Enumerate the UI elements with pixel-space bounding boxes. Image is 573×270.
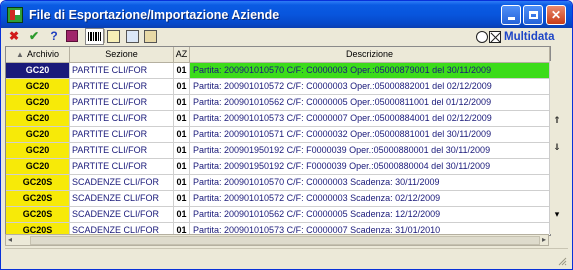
cell-az[interactable]: 01	[174, 207, 190, 222]
cell-archivio[interactable]: GC20	[6, 63, 70, 78]
cell-descrizione[interactable]: Partita: 200901010572 C/F: C0000003 Scad…	[190, 191, 550, 206]
cell-sezione[interactable]: PARTITE CLI/FOR	[70, 127, 174, 142]
sort-ascending-icon: ▲	[16, 50, 24, 59]
cell-descrizione[interactable]: Partita: 200901010562 C/F: C0000005 Scad…	[190, 207, 550, 222]
main-window: File di Esportazione/Importazione Aziend…	[0, 0, 573, 270]
minimize-button[interactable]	[501, 5, 521, 25]
horizontal-scrollbar[interactable]: ◂ ▸	[5, 234, 549, 246]
column-header-sezione[interactable]: Sezione	[70, 47, 174, 62]
cell-az[interactable]: 01	[174, 143, 190, 158]
cell-sezione[interactable]: PARTITE CLI/FOR	[70, 63, 174, 78]
cell-descrizione[interactable]: Partita: 200901950192 C/F: F0000039 Oper…	[190, 159, 550, 174]
maximize-icon	[528, 11, 538, 19]
data-grid: ▲ Archivio Sezione AZ Descrizione GC20 PAR…	[5, 46, 551, 236]
cell-archivio[interactable]: GC20S	[6, 207, 70, 222]
cell-descrizione[interactable]: Partita: 200901010570 C/F: C0000003 Scad…	[190, 175, 550, 190]
cell-sezione[interactable]: SCADENZE CLI/FOR	[70, 207, 174, 222]
cell-az[interactable]: 01	[174, 191, 190, 206]
table-row[interactable]: GC20 PARTITE CLI/FOR 01 Partita: 2009010105…	[6, 127, 550, 143]
column-header-archivio[interactable]: ▲ Archivio	[6, 47, 70, 62]
cell-archivio[interactable]: GC20S	[6, 175, 70, 190]
cell-sezione[interactable]: PARTITE CLI/FOR	[70, 143, 174, 158]
table-row[interactable]: GC20 PARTITE CLI/FOR 01 Partita: 2009010105…	[6, 95, 550, 111]
cell-sezione[interactable]: PARTITE CLI/FOR	[70, 79, 174, 94]
paste-icon[interactable]	[143, 29, 157, 43]
table-row[interactable]: GC20 PARTITE CLI/FOR 01 Partita: 2009010105…	[6, 79, 550, 95]
toolbar: ✖ ✔ ? Multidata	[1, 28, 572, 45]
column-header-label: Archivio	[26, 49, 59, 59]
grid-header: ▲ Archivio Sezione AZ Descrizione	[6, 47, 550, 63]
scroll-down-icon[interactable]: ⇓	[551, 141, 563, 153]
maximize-button[interactable]	[523, 5, 543, 25]
check-icon[interactable]: ✔	[27, 29, 41, 43]
cell-sezione[interactable]: SCADENZE CLI/FOR	[70, 175, 174, 190]
cell-descrizione[interactable]: Partita: 200901010562 C/F: C0000005 Oper…	[190, 95, 550, 110]
column-header-az[interactable]: AZ	[174, 47, 190, 62]
brand-logo: Multidata	[476, 28, 554, 45]
horizontal-scroll-thumb[interactable]	[30, 236, 540, 245]
table-row[interactable]: GC20S SCADENZE CLI/FOR 01 Partita: 20090101…	[6, 191, 550, 207]
resize-grip-icon[interactable]	[557, 256, 567, 266]
cell-descrizione[interactable]: Partita: 200901010571 C/F: C0000032 Oper…	[190, 127, 550, 142]
cell-az[interactable]: 01	[174, 79, 190, 94]
status-bar	[5, 248, 568, 265]
vertical-scrollbar[interactable]: ⇑ ⇓ ▾	[549, 61, 564, 234]
cell-az[interactable]: 01	[174, 111, 190, 126]
close-window-icon: ✕	[550, 8, 562, 22]
title-bar[interactable]: File di Esportazione/Importazione Aziend…	[1, 1, 572, 28]
book-icon[interactable]	[65, 29, 79, 43]
table-row[interactable]: GC20 PARTITE CLI/FOR 01 Partita: 2009019501…	[6, 143, 550, 159]
toolbar-separator	[104, 29, 105, 43]
cell-az[interactable]: 01	[174, 95, 190, 110]
app-icon	[7, 6, 23, 23]
cell-az[interactable]: 01	[174, 127, 190, 142]
brand-circle-icon	[476, 30, 488, 43]
cell-archivio[interactable]: GC20S	[6, 191, 70, 206]
cell-archivio[interactable]: GC20	[6, 79, 70, 94]
column-header-descrizione[interactable]: Descrizione	[190, 47, 550, 62]
help-icon[interactable]: ?	[47, 29, 61, 43]
cell-archivio[interactable]: GC20	[6, 127, 70, 142]
edit-icon[interactable]	[106, 29, 120, 43]
minimize-icon	[507, 16, 515, 20]
scroll-left-icon[interactable]: ◂	[8, 235, 12, 245]
close-window-button[interactable]: ✕	[546, 5, 566, 25]
scroll-up-icon[interactable]: ⇑	[551, 114, 563, 126]
table-row[interactable]: GC20 PARTITE CLI/FOR 01 Partita: 2009010105…	[6, 63, 550, 79]
cell-az[interactable]: 01	[174, 175, 190, 190]
cell-archivio[interactable]: GC20	[6, 111, 70, 126]
cell-sezione[interactable]: PARTITE CLI/FOR	[70, 111, 174, 126]
cell-az[interactable]: 01	[174, 63, 190, 78]
scroll-end-icon[interactable]: ▾	[551, 208, 563, 220]
cell-sezione[interactable]: PARTITE CLI/FOR	[70, 159, 174, 174]
cell-az[interactable]: 01	[174, 159, 190, 174]
table-row[interactable]: GC20 PARTITE CLI/FOR 01 Partita: 2009019501…	[6, 159, 550, 175]
cell-descrizione[interactable]: Partita: 200901950192 C/F: F0000039 Oper…	[190, 143, 550, 158]
close-icon[interactable]: ✖	[7, 29, 21, 43]
cell-sezione[interactable]: SCADENZE CLI/FOR	[70, 191, 174, 206]
cell-archivio[interactable]: GC20	[6, 159, 70, 174]
copy-icon[interactable]	[125, 29, 139, 43]
window-title: File di Esportazione/Importazione Aziend…	[29, 7, 280, 22]
cell-descrizione[interactable]: Partita: 200901010570 C/F: C0000003 Oper…	[190, 63, 550, 78]
brand-name: Multidata	[504, 30, 555, 43]
scroll-right-icon[interactable]: ▸	[542, 235, 546, 245]
cell-descrizione[interactable]: Partita: 200901010573 C/F: C0000007 Oper…	[190, 111, 550, 126]
cell-archivio[interactable]: GC20	[6, 143, 70, 158]
cell-archivio[interactable]: GC20	[6, 95, 70, 110]
barcode-icon[interactable]	[85, 28, 104, 45]
table-row[interactable]: GC20 PARTITE CLI/FOR 01 Partita: 2009010105…	[6, 111, 550, 127]
table-row[interactable]: GC20S SCADENZE CLI/FOR 01 Partita: 20090101…	[6, 207, 550, 223]
cell-descrizione[interactable]: Partita: 200901010572 C/F: C0000003 Oper…	[190, 79, 550, 94]
cell-sezione[interactable]: PARTITE CLI/FOR	[70, 95, 174, 110]
table-row[interactable]: GC20S SCADENZE CLI/FOR 01 Partita: 20090101…	[6, 175, 550, 191]
brand-x-icon	[489, 30, 501, 43]
